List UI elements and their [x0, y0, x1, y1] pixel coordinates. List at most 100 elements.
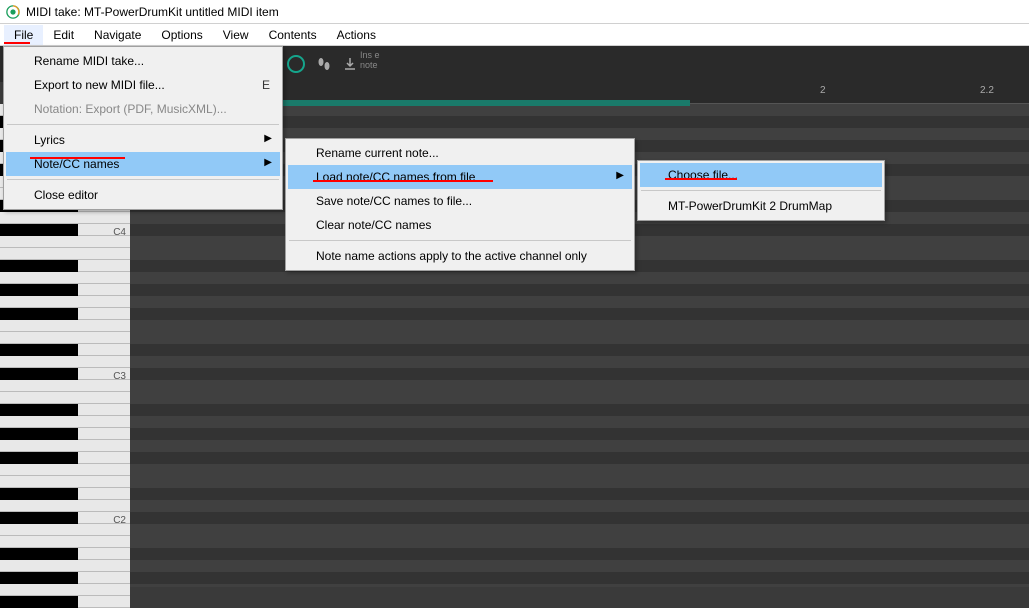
piano-black-key[interactable]	[0, 452, 78, 464]
piano-white-key[interactable]	[0, 584, 130, 596]
menu-item-lyrics[interactable]: Lyrics▶	[6, 128, 280, 152]
grid-row[interactable]	[130, 392, 1029, 404]
file-menu-dropdown: Rename MIDI take... Export to new MIDI f…	[3, 46, 283, 210]
insert-note-label: Ins e note	[360, 50, 380, 70]
menu-item-rename-midi-take[interactable]: Rename MIDI take...	[6, 49, 280, 73]
grid-row[interactable]	[130, 572, 1029, 584]
piano-white-key[interactable]	[0, 560, 130, 572]
menu-item-drummap[interactable]: MT-PowerDrumKit 2 DrumMap	[640, 194, 882, 218]
piano-white-key[interactable]	[0, 440, 130, 452]
menu-edit[interactable]: Edit	[43, 25, 84, 45]
piano-black-key[interactable]	[0, 344, 78, 356]
piano-black-key[interactable]	[0, 404, 78, 416]
piano-white-key[interactable]	[0, 236, 130, 248]
grid-row[interactable]	[130, 524, 1029, 536]
piano-white-key[interactable]	[0, 380, 130, 392]
grid-row[interactable]	[130, 344, 1029, 356]
grid-row[interactable]	[130, 332, 1029, 344]
piano-white-key[interactable]	[0, 392, 130, 404]
piano-black-key[interactable]	[0, 548, 78, 560]
menu-item-save-note-cc-names[interactable]: Save note/CC names to file...	[288, 189, 632, 213]
grid-row[interactable]	[130, 284, 1029, 296]
toolbar-footprints-icon[interactable]	[312, 52, 336, 76]
piano-white-key[interactable]	[0, 500, 130, 512]
piano-black-key[interactable]	[0, 428, 78, 440]
grid-row[interactable]	[130, 272, 1029, 284]
grid-row[interactable]	[130, 416, 1029, 428]
menu-item-note-cc-names[interactable]: Note/CC names ▶	[6, 152, 280, 176]
piano-black-key[interactable]	[0, 596, 78, 608]
grid-row[interactable]	[130, 464, 1029, 476]
submenu-arrow-icon: ▶	[264, 133, 272, 144]
grid-row[interactable]	[130, 488, 1029, 500]
window-title: MIDI take: MT-PowerDrumKit untitled MIDI…	[26, 5, 279, 19]
grid-row[interactable]	[130, 452, 1029, 464]
piano-white-key[interactable]	[0, 332, 130, 344]
toolbar-button[interactable]	[284, 52, 308, 76]
grid-row[interactable]	[130, 476, 1029, 488]
app-logo-icon	[6, 5, 20, 19]
grid-row[interactable]	[130, 308, 1029, 320]
grid-row[interactable]	[130, 296, 1029, 308]
menu-separator	[289, 240, 631, 241]
grid-row[interactable]	[130, 404, 1029, 416]
piano-black-key[interactable]	[0, 488, 78, 500]
piano-white-key[interactable]	[0, 320, 130, 332]
menu-separator	[7, 179, 279, 180]
grid-row[interactable]	[130, 440, 1029, 452]
menu-navigate[interactable]: Navigate	[84, 25, 151, 45]
submenu-arrow-icon: ▶	[264, 157, 272, 168]
annotation-redline	[313, 180, 493, 182]
grid-row[interactable]	[130, 380, 1029, 392]
title-bar: MIDI take: MT-PowerDrumKit untitled MIDI…	[0, 0, 1029, 24]
menu-item-label: Note name actions apply to the active ch…	[316, 249, 587, 263]
grid-row[interactable]	[130, 356, 1029, 368]
grid-row[interactable]	[130, 368, 1029, 380]
grid-row[interactable]	[130, 512, 1029, 524]
note-cc-names-submenu: Rename current note... Load note/CC name…	[285, 138, 635, 271]
menu-item-load-note-cc-names[interactable]: Load note/CC names from file▶	[288, 165, 632, 189]
menu-item-label: Save note/CC names to file...	[316, 194, 472, 208]
piano-white-key[interactable]	[0, 296, 130, 308]
grid-row[interactable]	[130, 560, 1029, 572]
piano-black-key[interactable]	[0, 368, 78, 380]
piano-black-key[interactable]	[0, 512, 78, 524]
piano-white-key[interactable]	[0, 248, 130, 260]
piano-white-key[interactable]	[0, 356, 130, 368]
menu-item-label: Close editor	[34, 188, 98, 202]
menu-view[interactable]: View	[213, 25, 259, 45]
piano-white-key[interactable]	[0, 524, 130, 536]
menu-item-export-midi[interactable]: Export to new MIDI file...E	[6, 73, 280, 97]
piano-white-key[interactable]	[0, 464, 130, 476]
grid-row[interactable]	[130, 536, 1029, 548]
piano-white-key[interactable]	[0, 536, 130, 548]
load-names-submenu: Choose file... MT-PowerDrumKit 2 DrumMap	[637, 160, 885, 221]
menu-shortcut: E	[262, 78, 270, 92]
menu-item-label: Note/CC names	[34, 157, 119, 171]
piano-white-key[interactable]	[0, 212, 130, 224]
grid-row[interactable]	[130, 548, 1029, 560]
menu-item-rename-current-note[interactable]: Rename current note...	[288, 141, 632, 165]
menu-contents[interactable]: Contents	[259, 25, 327, 45]
menu-actions[interactable]: Actions	[327, 25, 386, 45]
ruler-tick: 2	[820, 85, 826, 96]
annotation-redline	[4, 42, 30, 44]
menu-item-clear-note-cc-names[interactable]: Clear note/CC names	[288, 213, 632, 237]
menu-options[interactable]: Options	[151, 25, 212, 45]
piano-black-key[interactable]	[0, 572, 78, 584]
piano-black-key[interactable]	[0, 284, 78, 296]
menu-item-close-editor[interactable]: Close editor	[6, 183, 280, 207]
menu-item-choose-file[interactable]: Choose file...	[640, 163, 882, 187]
piano-black-key[interactable]	[0, 308, 78, 320]
piano-white-key[interactable]	[0, 272, 130, 284]
grid-row[interactable]	[130, 500, 1029, 512]
piano-white-key[interactable]	[0, 476, 130, 488]
piano-white-key[interactable]	[0, 416, 130, 428]
piano-black-key[interactable]	[0, 224, 78, 236]
piano-black-key[interactable]	[0, 260, 78, 272]
grid-row[interactable]	[130, 320, 1029, 332]
grid-row[interactable]	[130, 428, 1029, 440]
toolbar-download-icon[interactable]	[338, 52, 362, 76]
menu-item-channel-only[interactable]: Note name actions apply to the active ch…	[288, 244, 632, 268]
menu-item-label: Clear note/CC names	[316, 218, 431, 232]
